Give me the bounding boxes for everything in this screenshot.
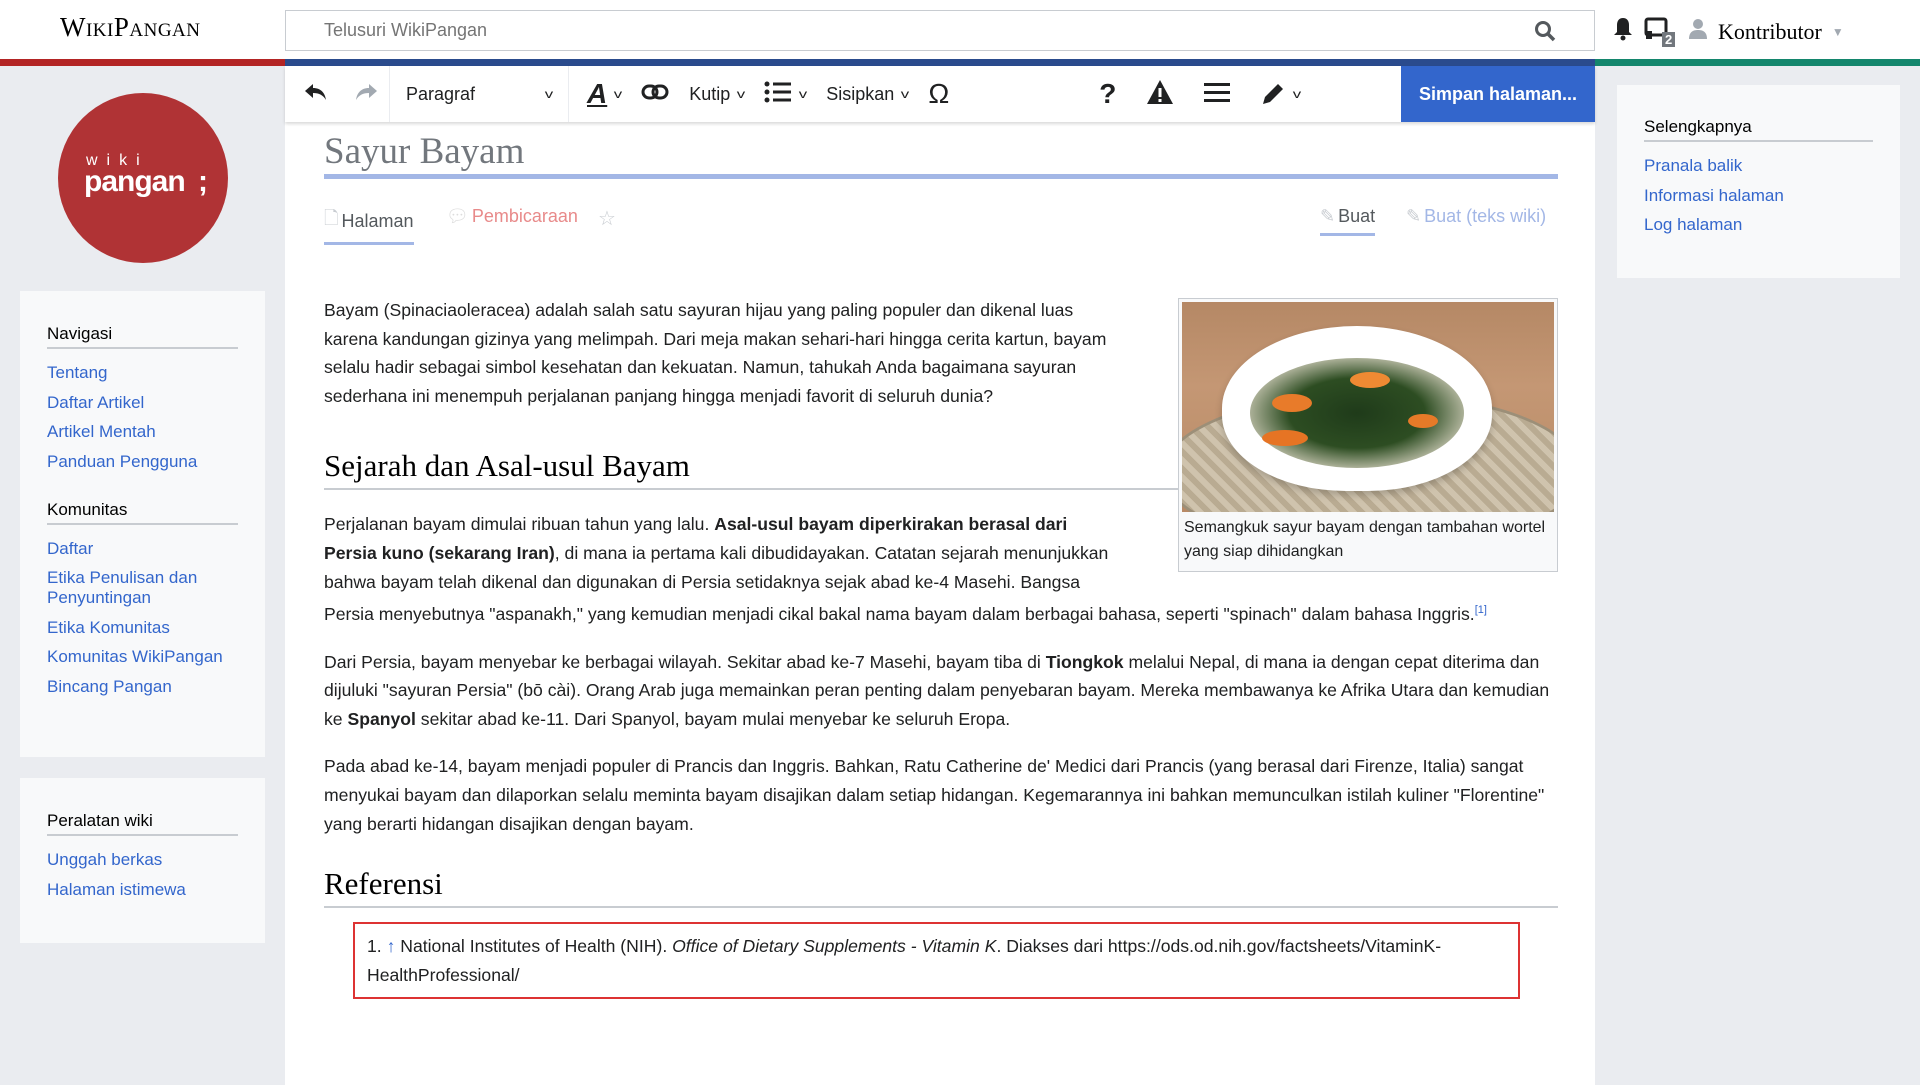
chevron-down-icon: v bbox=[544, 87, 554, 101]
cite-label: Kutip bbox=[689, 83, 731, 104]
insert-dropdown[interactable]: Sisipkan v bbox=[816, 66, 918, 122]
figure-caption: Semangkuk sayur bayam dengan tambahan wo… bbox=[1184, 519, 1546, 560]
watch-star-icon[interactable]: ☆ bbox=[598, 206, 616, 237]
tab-halaman[interactable]: 🗋 Halaman bbox=[324, 206, 414, 245]
reference-link[interactable]: [1] bbox=[1475, 604, 1487, 616]
search-icon[interactable] bbox=[1534, 20, 1556, 47]
caret-down-icon[interactable]: ▼ bbox=[1832, 25, 1844, 39]
sidebar-item-tentang[interactable]: Tentang bbox=[47, 363, 108, 382]
paragraph-label: Paragraf bbox=[406, 83, 476, 104]
sidebar-item-bincang-pangan[interactable]: Bincang Pangan bbox=[47, 677, 172, 696]
site-brand[interactable]: WikiPangan bbox=[60, 12, 200, 43]
heading-referensi: Referensi bbox=[324, 864, 1558, 909]
sidebar-item-unggah-berkas[interactable]: Unggah berkas bbox=[47, 850, 162, 869]
sidebar-item-daftar-artikel[interactable]: Daftar Artikel bbox=[47, 393, 144, 412]
tab-halaman-label: Halaman bbox=[341, 210, 414, 231]
special-character-button[interactable]: Ω bbox=[918, 66, 959, 122]
sidebar-panel-main: Navigasi Tentang Daftar Artikel Artikel … bbox=[20, 291, 265, 757]
sidebar-item-etika-komunitas[interactable]: Etika Komunitas bbox=[47, 618, 170, 637]
right-panel: Selengkapnya Pranala balik Informasi hal… bbox=[1617, 85, 1900, 278]
insert-label: Sisipkan bbox=[826, 83, 895, 104]
save-page-button[interactable]: Simpan halaman... bbox=[1401, 66, 1595, 122]
menu-icon[interactable] bbox=[1204, 82, 1231, 107]
link-icon bbox=[641, 83, 669, 106]
tab-buat-teks-wiki[interactable]: ✎ Buat (teks wiki) bbox=[1406, 206, 1546, 233]
link-informasi-halaman[interactable]: Informasi halaman bbox=[1644, 186, 1784, 205]
pencil-icon: ✎ bbox=[1406, 206, 1422, 226]
sidebar-item-daftar[interactable]: Daftar bbox=[47, 539, 93, 558]
figure: Semangkuk sayur bayam dengan tambahan wo… bbox=[1178, 298, 1558, 572]
spinach-soup-image[interactable] bbox=[1182, 302, 1554, 512]
editor-toolbar: Paragraf v Av Kutip v v Sisipkan v Ω ? v Si… bbox=[285, 66, 1595, 122]
paragraph-dropdown[interactable]: Paragraf v bbox=[390, 66, 568, 122]
sidebar-panel-tools: Peralatan wiki Unggah berkas Halaman ist… bbox=[20, 778, 265, 943]
sidebar-heading-navigasi: Navigasi bbox=[47, 324, 238, 349]
talk-icon: 💬︎ bbox=[446, 206, 469, 226]
link-pranala-balik[interactable]: Pranala balik bbox=[1644, 156, 1742, 175]
undo-icon[interactable] bbox=[303, 81, 329, 108]
monitor-icon[interactable]: 2 bbox=[1644, 17, 1678, 47]
search-input[interactable] bbox=[286, 11, 1486, 49]
paragraph-history-3: Pada abad ke-14, bayam menjadi populer d… bbox=[324, 756, 1545, 834]
tab-buat-label: Buat bbox=[1338, 206, 1376, 226]
omega-icon: Ω bbox=[928, 78, 950, 109]
sidebar-item-artikel-mentah[interactable]: Artikel Mentah bbox=[47, 422, 156, 441]
article-body: Semangkuk sayur bayam dengan tambahan wo… bbox=[324, 296, 1558, 1000]
header-bar-green bbox=[1595, 59, 1920, 66]
header-bar-red bbox=[0, 59, 285, 66]
username[interactable]: Kontributor bbox=[1718, 19, 1822, 45]
title-underline bbox=[324, 174, 1558, 179]
chevron-down-icon: v bbox=[1293, 87, 1302, 101]
pencil-icon bbox=[1263, 84, 1284, 104]
tab-buat[interactable]: ✎ Buat bbox=[1320, 206, 1376, 236]
right-panel-heading: Selengkapnya bbox=[1644, 117, 1873, 142]
sidebar-item-komunitas-wikipangan[interactable]: Komunitas WikiPangan bbox=[47, 647, 223, 666]
tab-pembicaraan[interactable]: 💬︎ Pembicaraan bbox=[446, 206, 578, 233]
list-icon bbox=[764, 81, 792, 108]
chevron-down-icon: v bbox=[614, 87, 623, 101]
user-icon bbox=[1688, 17, 1708, 46]
svg-text:pangan: pangan bbox=[84, 165, 185, 198]
bell-icon[interactable] bbox=[1612, 16, 1634, 47]
cite-dropdown[interactable]: Kutip v bbox=[679, 66, 754, 122]
header-bar-blue bbox=[285, 59, 1595, 66]
user-area: 2 Kontributor ▼ bbox=[1612, 16, 1844, 47]
notification-badge: 2 bbox=[1662, 31, 1676, 47]
chevron-down-icon: v bbox=[737, 87, 746, 101]
list-dropdown[interactable]: v bbox=[754, 66, 816, 122]
page-icon: 🗋 bbox=[324, 208, 339, 228]
link-log-halaman[interactable]: Log halaman bbox=[1644, 215, 1742, 234]
sidebar-heading-peralatan: Peralatan wiki bbox=[47, 811, 238, 836]
chevron-down-icon: v bbox=[799, 87, 808, 101]
sidebar-item-halaman-istimewa[interactable]: Halaman istimewa bbox=[47, 880, 186, 899]
help-icon[interactable]: ? bbox=[1099, 78, 1116, 110]
chevron-down-icon: v bbox=[901, 87, 910, 101]
sidebar-item-etika-penulisan[interactable]: Etika Penulisan dan Penyuntingan bbox=[47, 568, 197, 607]
tab-pembicaraan-label: Pembicaraan bbox=[471, 206, 578, 226]
sidebar-item-panduan-pengguna[interactable]: Panduan Pengguna bbox=[47, 452, 197, 471]
text-style-dropdown[interactable]: Av bbox=[569, 66, 631, 122]
reference-backlink[interactable]: ↑ bbox=[387, 936, 396, 956]
pencil-icon: ✎ bbox=[1320, 206, 1336, 226]
search-box[interactable] bbox=[285, 10, 1595, 51]
edit-mode-dropdown[interactable]: v bbox=[1260, 81, 1302, 107]
svg-text:;: ; bbox=[198, 165, 208, 198]
link-button[interactable] bbox=[631, 66, 679, 122]
sidebar-heading-komunitas: Komunitas bbox=[47, 500, 238, 525]
paragraph-history-2: Dari Persia, bayam menyebar ke berbagai … bbox=[324, 651, 1550, 729]
reference-list: 1. ↑ National Institutes of Health (NIH)… bbox=[353, 922, 1520, 1000]
warning-icon[interactable] bbox=[1146, 79, 1174, 110]
wikipangan-logo[interactable]: wiki pangan; bbox=[58, 93, 228, 263]
page-title: Sayur Bayam bbox=[324, 131, 525, 172]
redo-icon[interactable] bbox=[353, 81, 379, 108]
text-style-icon: A bbox=[587, 78, 608, 109]
tab-buat-teks-wiki-label: Buat (teks wiki) bbox=[1424, 206, 1547, 226]
